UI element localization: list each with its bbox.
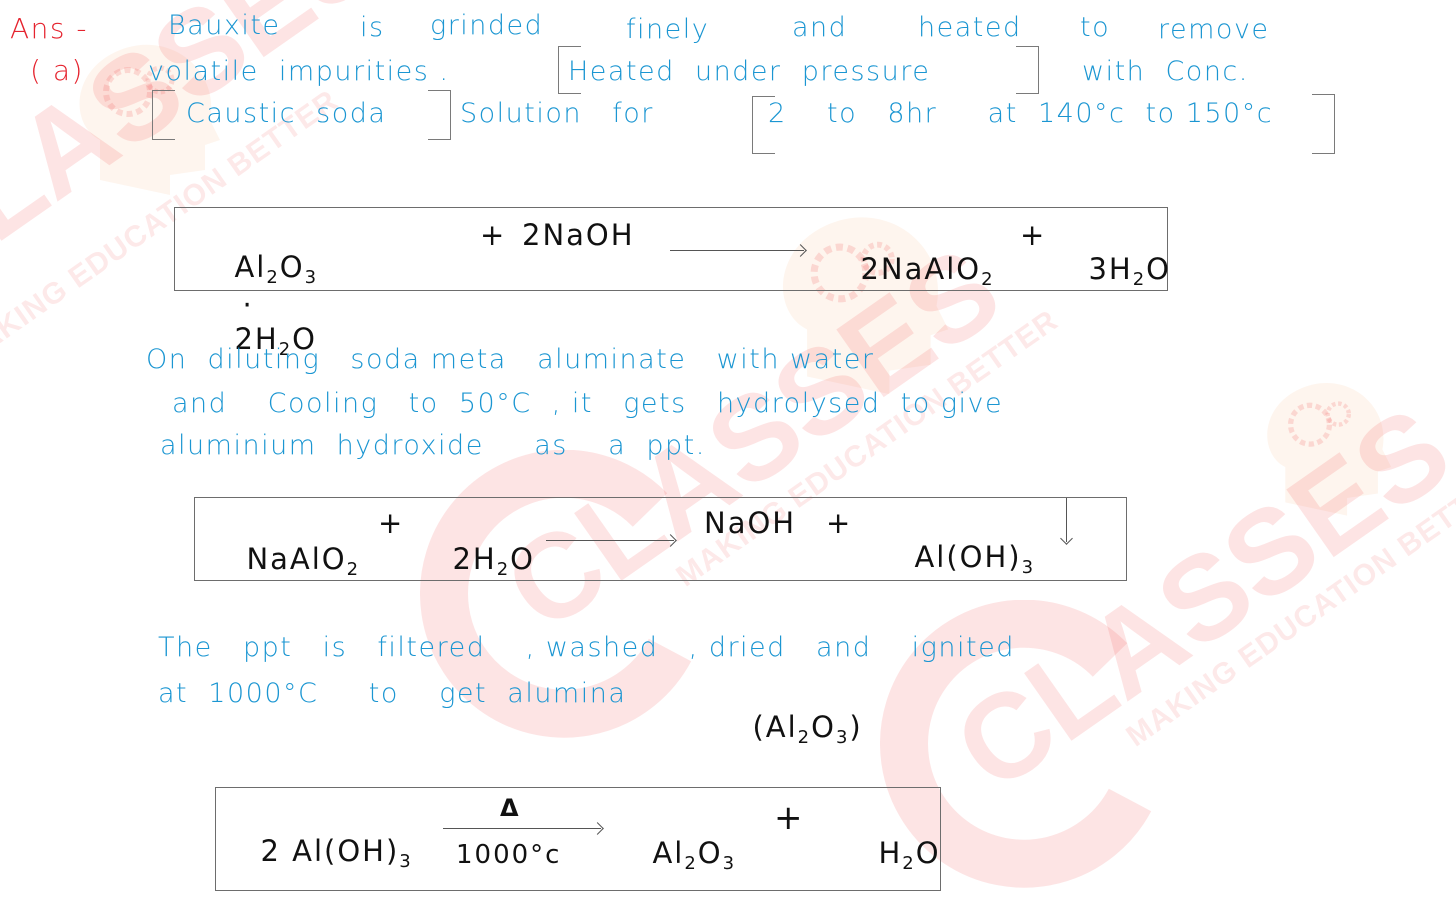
precipitate-down-arrow-icon: [1066, 498, 1067, 542]
eq1-subscript: 3: [304, 267, 319, 288]
formula-subscript: 2: [797, 727, 812, 748]
bracket-close: [1016, 46, 1039, 94]
eq1-reaction-arrow: [670, 250, 804, 251]
eq1-reactant-alumina-dihydrate: Al2O3 · 2H2O: [212, 216, 318, 360]
p1-word: heated: [918, 12, 1022, 43]
watermark-tagline: MAKING EDUCATION BETTER: [1120, 463, 1456, 754]
p1-boxed-caustic-soda: Caustic soda: [186, 98, 387, 129]
eq2-reaction-arrow: [546, 540, 674, 541]
bracket-close: [428, 90, 451, 140]
p2-line2: and Cooling to 50°C , it gets hydrolysed…: [172, 388, 1004, 419]
formula-symbol: ): [849, 710, 863, 744]
eq2-product-aluminium-hydroxide: Al(OH)3: [892, 506, 1035, 578]
eq3-subscript: 3: [399, 851, 413, 872]
eq2-symbol: Al(OH): [914, 540, 1022, 574]
p1-solution-for: Solution for: [460, 98, 654, 129]
p1-word: and: [792, 12, 848, 43]
eq3-condition-heat-delta: Δ: [500, 794, 521, 822]
p1-line2-with-conc: with Conc.: [1082, 56, 1249, 87]
eq1-symbol: Al: [234, 250, 267, 284]
p2-line1: On diluting soda meta aluminate with wat…: [146, 344, 875, 375]
eq2-plus: +: [378, 506, 405, 540]
p1-word: Bauxite: [168, 10, 281, 41]
eq3-symbol: H: [878, 836, 903, 870]
eq1-symbol: 2NaAlO: [860, 252, 982, 286]
eq3-symbol: Al: [652, 836, 685, 870]
eq2-symbol: 2H: [452, 542, 497, 576]
p3-line2: at 1000°C to get alumina: [158, 678, 627, 709]
eq2-subscript: 2: [496, 559, 511, 580]
eq1-product-sodium-aluminate: 2NaAlO2: [838, 218, 995, 290]
eq1-symbol: 3H: [1088, 252, 1133, 286]
formula-subscript: 3: [835, 727, 850, 748]
formula-symbol: (Al: [752, 710, 798, 744]
eq3-symbol: 2 Al(OH): [260, 834, 400, 868]
p1-word: is: [360, 12, 385, 43]
eq1-subscript: 2: [981, 269, 995, 290]
eq1-plus: +: [480, 218, 507, 252]
eq1-symbol: O: [1146, 252, 1171, 286]
eq1-product-water: 3H2O: [1066, 218, 1171, 290]
eq2-symbol: NaAlO: [246, 542, 347, 576]
p2-line3: aluminium hydroxide as a ppt.: [160, 430, 706, 461]
eq2-product-naoh: NaOH: [704, 506, 797, 540]
eq2-reactant-water: 2H2O: [430, 508, 535, 580]
bracket-close: [1312, 94, 1335, 154]
bracket-open: [152, 90, 175, 140]
eq2-plus: +: [826, 506, 853, 540]
brain-head-logo-icon: [1267, 383, 1392, 516]
watermark-brand: CLASSES: [931, 381, 1456, 817]
eq1-symbol: O: [279, 250, 305, 284]
eq1-subscript: 2: [1132, 269, 1147, 290]
equation-box-1: [174, 207, 1168, 291]
p3-line1: The ppt is filtered , washed , dried and…: [158, 632, 1015, 663]
eq2-subscript: 3: [1021, 557, 1036, 578]
eq3-product-water: H2O: [856, 802, 941, 874]
eq3-reactant-aluminium-hydroxide: 2 Al(OH)3: [238, 800, 413, 872]
eq1-reactant-naoh: 2NaOH: [522, 218, 635, 252]
eq1-dot: ·: [242, 288, 254, 322]
eq1-subscript: 2: [266, 267, 280, 288]
eq3-plus: +: [774, 798, 805, 838]
eq3-reaction-arrow: [443, 828, 601, 829]
p1-word: finely: [626, 14, 710, 45]
p1-word: grinded: [430, 10, 544, 41]
answer-part-label: ( a): [30, 54, 84, 87]
p1-word: to: [1080, 12, 1111, 43]
eq3-subscript: 2: [684, 853, 698, 874]
p1-boxed-heated-under-pressure: Heated under pressure: [568, 56, 931, 87]
eq3-symbol: O: [697, 836, 723, 870]
p1-line2-text: volatile impurities .: [148, 56, 450, 87]
eq3-subscript: 3: [722, 853, 737, 874]
eq3-subscript: 2: [902, 853, 916, 874]
eq1-plus: +: [1020, 218, 1047, 252]
p1-word: remove: [1158, 14, 1270, 45]
eq2-symbol: O: [510, 542, 535, 576]
p3-alumina-formula: (Al2O3): [730, 676, 863, 748]
eq3-symbol: O: [915, 836, 941, 870]
formula-symbol: O: [811, 710, 836, 744]
p1-boxed-time-temp: 2 to 8hr at 140°c to 150°c: [768, 98, 1274, 129]
eq3-condition-temperature: 1000°c: [456, 840, 562, 870]
eq2-reactant-sodium-aluminate: NaAlO2: [224, 508, 360, 580]
eq3-product-alumina: Al2O3: [630, 802, 736, 874]
answer-label: Ans -: [10, 12, 88, 45]
eq2-subscript: 2: [346, 559, 361, 580]
